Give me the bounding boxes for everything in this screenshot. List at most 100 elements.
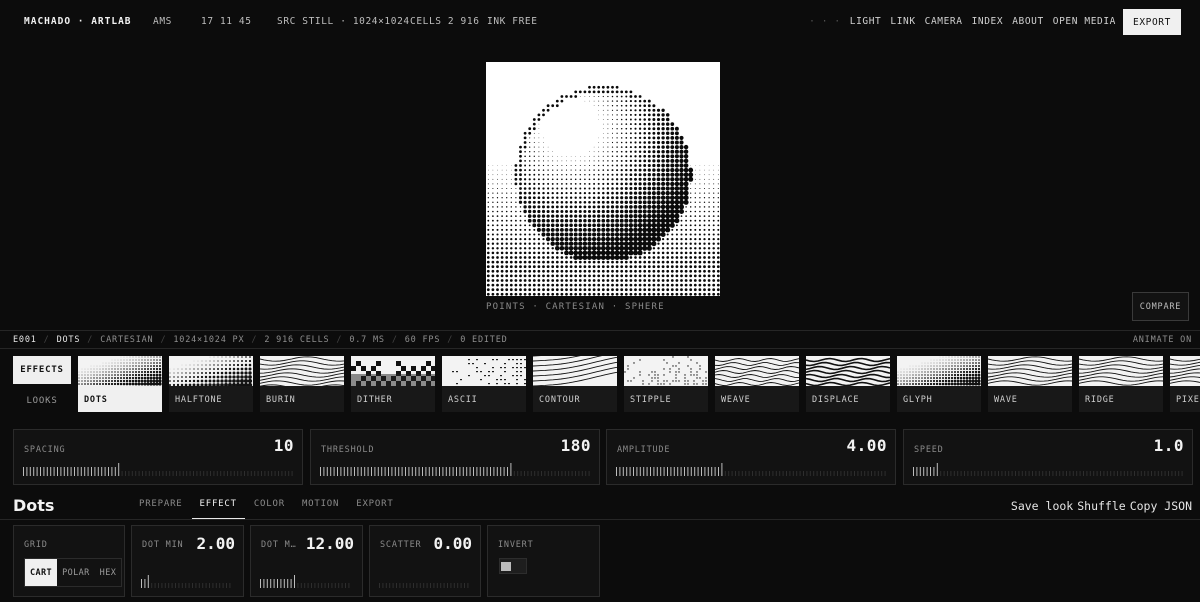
- effect-label: PIXEL: [1176, 395, 1200, 405]
- cells-count: CELLS 2 916: [410, 16, 480, 27]
- grid-card: GRID CART POLAR HEX: [13, 525, 125, 597]
- dot-max-slider[interactable]: [260, 574, 355, 588]
- invert-label: INVERT: [498, 540, 534, 550]
- ink-status: INK FREE: [487, 16, 538, 27]
- nav-about[interactable]: ABOUT: [1012, 16, 1044, 27]
- section-divider: [0, 519, 1200, 520]
- effect-preview-image: [351, 356, 435, 386]
- tab-export[interactable]: EXPORT: [356, 499, 393, 509]
- effect-preview-image: [169, 356, 253, 386]
- effect-preview-image: [897, 356, 981, 386]
- save-look-button[interactable]: Save look: [1011, 499, 1073, 513]
- nav-dots-icon: · · ·: [809, 16, 841, 27]
- param-amplitude[interactable]: AMPLITUDE 4.00: [606, 429, 896, 485]
- status-time: 0.7 MS: [349, 335, 385, 345]
- tab-color[interactable]: COLOR: [254, 499, 285, 509]
- animate-toggle[interactable]: ANIMATE ON: [1133, 335, 1192, 345]
- effect-preview-image: [715, 356, 799, 386]
- effect-thumb-pixel[interactable]: PIXEL: [1170, 356, 1200, 412]
- effects-tab[interactable]: EFFECTS: [13, 356, 71, 384]
- status-bar: E001/ DOTS / CARTESIAN/ 1024×1024 PX/ 2 9…: [0, 330, 1200, 349]
- effect-label: ASCII: [448, 395, 478, 405]
- param-threshold[interactable]: THRESHOLD 180: [310, 429, 600, 485]
- param-spacing[interactable]: SPACING 10: [13, 429, 303, 485]
- param-label: SPEED: [914, 445, 944, 455]
- compare-button[interactable]: COMPARE: [1132, 292, 1189, 321]
- grid-label: GRID: [24, 540, 48, 550]
- param-value: 10: [274, 436, 294, 455]
- scatter-card[interactable]: SCATTER 0.00: [369, 525, 481, 597]
- status-id: E001: [13, 335, 37, 345]
- effect-thumb-glyph[interactable]: GLYPH: [897, 356, 981, 412]
- dot-min-card[interactable]: DOT MIN 2.00: [131, 525, 244, 597]
- effect-preview-image: [1079, 356, 1163, 386]
- param-label: SPACING: [24, 445, 65, 455]
- param-speed[interactable]: SPEED 1.0: [903, 429, 1193, 485]
- dot-max-value: 12.00: [306, 534, 354, 553]
- looks-tab[interactable]: LOOKS: [13, 387, 71, 415]
- grid-option-polar[interactable]: POLAR: [57, 559, 95, 586]
- effect-label: WEAVE: [721, 395, 751, 405]
- param-value: 180: [561, 436, 591, 455]
- effect-preview-image: [624, 356, 708, 386]
- effect-label: RIDGE: [1085, 395, 1115, 405]
- grid-option-cart[interactable]: CART: [25, 559, 57, 586]
- param-value: 4.00: [846, 436, 887, 455]
- status-resolution: 1024×1024 PX: [173, 335, 244, 345]
- effect-label: WAVE: [994, 395, 1018, 405]
- tab-motion[interactable]: MOTION: [302, 499, 339, 509]
- param-label: AMPLITUDE: [617, 445, 670, 455]
- scatter-label: SCATTER: [380, 540, 421, 550]
- param-value: 1.0: [1154, 436, 1184, 455]
- nav-camera[interactable]: CAMERA: [925, 16, 963, 27]
- effect-thumb-halftone[interactable]: HALFTONE: [169, 356, 253, 412]
- dot-max-label: DOT M…: [261, 540, 297, 550]
- param-slider[interactable]: [913, 462, 1185, 476]
- status-effect: DOTS: [57, 335, 81, 345]
- effect-preview-image: [1170, 356, 1200, 386]
- export-button[interactable]: EXPORT: [1123, 9, 1181, 35]
- invert-toggle[interactable]: [499, 558, 527, 574]
- shuffle-button[interactable]: Shuffle: [1077, 499, 1125, 513]
- effect-thumb-burin[interactable]: BURIN: [260, 356, 344, 412]
- nav-link[interactable]: LINK: [890, 16, 915, 27]
- effect-thumb-ascii[interactable]: ASCII: [442, 356, 526, 412]
- status-grid: CARTESIAN: [100, 335, 153, 345]
- scatter-slider[interactable]: [379, 574, 474, 588]
- nav-light[interactable]: LIGHT: [850, 16, 882, 27]
- grid-segmented-control: CART POLAR HEX: [24, 558, 122, 587]
- effect-label: GLYPH: [903, 395, 933, 405]
- effect-thumb-wave[interactable]: WAVE: [988, 356, 1072, 412]
- effect-thumb-dither[interactable]: DITHER: [351, 356, 435, 412]
- tab-effect[interactable]: EFFECT: [200, 499, 237, 509]
- effect-label: DOTS: [84, 395, 108, 405]
- effect-thumb-ridge[interactable]: RIDGE: [1079, 356, 1163, 412]
- preview-canvas[interactable]: [486, 62, 720, 296]
- status-cells: 2 916 CELLS: [264, 335, 329, 345]
- copy-json-button[interactable]: Copy JSON: [1130, 499, 1192, 513]
- status-edited: 0 EDITED: [460, 335, 507, 345]
- effect-thumb-displace[interactable]: DISPLACE: [806, 356, 890, 412]
- section-tabs: PREPARE EFFECT COLOR MOTION EXPORT: [139, 499, 411, 509]
- effect-label: HALFTONE: [175, 395, 222, 405]
- param-slider[interactable]: [23, 462, 295, 476]
- nav-open-media[interactable]: OPEN MEDIA: [1053, 16, 1116, 27]
- tab-prepare[interactable]: PREPARE: [139, 499, 183, 509]
- param-slider[interactable]: [320, 462, 592, 476]
- preview-caption: POINTS · CARTESIAN · SPHERE: [486, 302, 665, 312]
- effect-thumb-stipple[interactable]: STIPPLE: [624, 356, 708, 412]
- effect-thumb-contour[interactable]: CONTOUR: [533, 356, 617, 412]
- clock: 17 11 45: [201, 16, 252, 27]
- halftone-sphere-image: [486, 62, 720, 296]
- brand-logo[interactable]: MACHADO · ARTLAB: [24, 16, 132, 27]
- nav-index[interactable]: INDEX: [972, 16, 1004, 27]
- dot-min-slider[interactable]: [141, 574, 236, 588]
- effect-preview-image: [806, 356, 890, 386]
- effect-label: DITHER: [357, 395, 393, 405]
- grid-option-hex[interactable]: HEX: [95, 559, 122, 586]
- param-slider[interactable]: [616, 462, 888, 476]
- effect-thumb-dots[interactable]: DOTS: [78, 356, 162, 412]
- dot-max-card[interactable]: DOT M… 12.00: [250, 525, 363, 597]
- effect-thumb-weave[interactable]: WEAVE: [715, 356, 799, 412]
- toggle-knob: [501, 562, 511, 571]
